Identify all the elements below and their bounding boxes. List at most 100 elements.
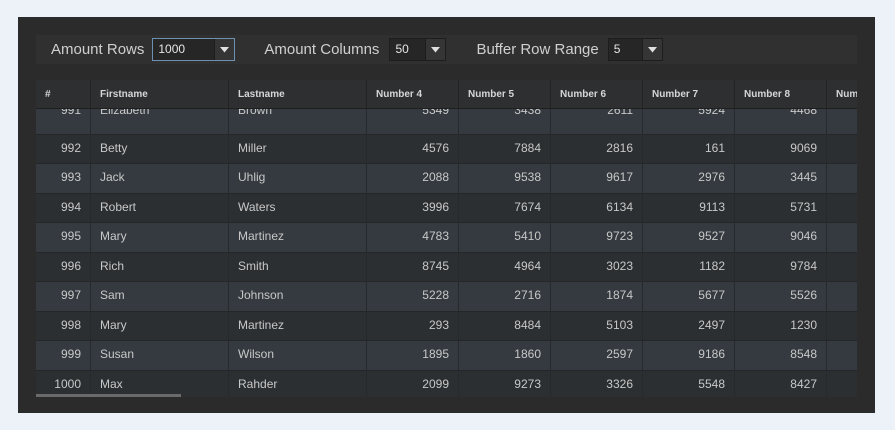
table-cell[interactable]: 5526 <box>735 282 827 311</box>
table-cell[interactable]: 2099 <box>367 370 459 397</box>
table-cell[interactable]: 1874 <box>551 282 643 311</box>
table-cell[interactable] <box>827 223 857 252</box>
table-cell[interactable] <box>827 135 857 164</box>
table-cell[interactable]: 998 <box>36 311 91 340</box>
table-cell[interactable]: 9069 <box>735 134 827 163</box>
table-cell[interactable]: 5731 <box>735 193 827 222</box>
column-header-number-7[interactable]: Number 7 <box>643 80 735 108</box>
amount-columns-dropdown-button[interactable] <box>425 39 446 60</box>
table-cell[interactable]: Uhlig <box>229 164 367 193</box>
table-cell[interactable] <box>827 194 857 223</box>
table-cell[interactable]: 9113 <box>643 193 735 222</box>
table-row[interactable]: 991 Elizabeth Brown 5349 3438 2611 5924 4468 <box>36 105 857 135</box>
table-cell[interactable]: 7674 <box>459 193 551 222</box>
table-cell[interactable]: 161 <box>643 134 735 163</box>
table-cell[interactable]: 5410 <box>459 223 551 252</box>
amount-columns-value[interactable]: 50 <box>390 39 425 60</box>
table-cell[interactable]: 9723 <box>551 223 643 252</box>
table-cell[interactable]: Mary <box>91 311 229 340</box>
table-cell[interactable]: 8427 <box>735 370 827 397</box>
table-cell[interactable]: Jack <box>91 164 229 193</box>
table-cell[interactable] <box>827 253 857 282</box>
amount-rows-value[interactable]: 1000 <box>153 39 214 60</box>
table-cell[interactable]: 1230 <box>735 311 827 340</box>
table-cell[interactable]: 996 <box>36 252 91 281</box>
table-row[interactable]: 995 Mary Martinez 4783 5410 9723 9527 9046 <box>36 223 857 253</box>
table-cell[interactable]: 6134 <box>551 193 643 222</box>
data-grid[interactable]: # Firstname Lastname Number 4 Number 5 N… <box>36 80 857 397</box>
table-row[interactable]: 994 Robert Waters 3996 7674 6134 9113 5731 <box>36 193 857 223</box>
table-cell[interactable]: 5228 <box>367 282 459 311</box>
table-cell[interactable]: Elizabeth <box>91 105 229 134</box>
table-cell[interactable]: 2597 <box>551 341 643 370</box>
table-cell[interactable]: 997 <box>36 282 91 311</box>
table-row[interactable]: 998 Mary Martinez 293 8484 5103 2497 1230 <box>36 311 857 341</box>
table-cell[interactable] <box>827 312 857 341</box>
table-cell[interactable]: 993 <box>36 164 91 193</box>
table-cell[interactable]: Sam <box>91 282 229 311</box>
table-row[interactable]: 992 Betty Miller 4576 7884 2816 161 9069 <box>36 134 857 164</box>
table-cell[interactable]: Rahder <box>229 370 367 397</box>
table-cell[interactable]: 8745 <box>367 252 459 281</box>
column-header-index[interactable]: # <box>36 80 91 108</box>
amount-rows-combobox[interactable]: 1000 <box>152 38 236 61</box>
table-row[interactable]: 996 Rich Smith 8745 4964 3023 1182 9784 <box>36 252 857 282</box>
table-cell[interactable]: Johnson <box>229 282 367 311</box>
table-cell[interactable]: 3023 <box>551 252 643 281</box>
table-cell[interactable]: Brown <box>229 105 367 134</box>
amount-columns-combobox[interactable]: 50 <box>389 38 447 61</box>
table-cell[interactable]: 9538 <box>459 164 551 193</box>
table-cell[interactable]: 994 <box>36 193 91 222</box>
table-cell[interactable]: Martinez <box>229 223 367 252</box>
table-cell[interactable]: Wilson <box>229 341 367 370</box>
column-header-number-9[interactable]: Num <box>827 80 857 108</box>
table-cell[interactable]: 5349 <box>367 105 459 134</box>
table-cell[interactable]: 5924 <box>643 105 735 134</box>
table-row[interactable]: 993 Jack Uhlig 2088 9538 9617 2976 3445 <box>36 164 857 194</box>
buffer-row-range-dropdown-button[interactable] <box>641 39 662 60</box>
table-cell[interactable]: 7884 <box>459 134 551 163</box>
table-cell[interactable]: 999 <box>36 341 91 370</box>
table-cell[interactable]: 9273 <box>459 370 551 397</box>
table-cell[interactable]: 3445 <box>735 164 827 193</box>
table-row[interactable]: 999 Susan Wilson 1895 1860 2597 9186 8548 <box>36 341 857 371</box>
table-cell[interactable]: 5103 <box>551 311 643 340</box>
table-cell[interactable] <box>827 105 857 134</box>
table-cell[interactable]: Rich <box>91 252 229 281</box>
table-cell[interactable]: Smith <box>229 252 367 281</box>
table-cell[interactable]: Waters <box>229 193 367 222</box>
table-cell[interactable]: Martinez <box>229 311 367 340</box>
table-cell[interactable]: 2716 <box>459 282 551 311</box>
table-cell[interactable]: 2497 <box>643 311 735 340</box>
column-header-number-6[interactable]: Number 6 <box>551 80 643 108</box>
table-cell[interactable]: 992 <box>36 134 91 163</box>
table-cell[interactable]: 2816 <box>551 134 643 163</box>
table-cell[interactable]: 9046 <box>735 223 827 252</box>
column-header-number-8[interactable]: Number 8 <box>735 80 827 108</box>
table-cell[interactable]: 2976 <box>643 164 735 193</box>
table-cell[interactable]: 5677 <box>643 282 735 311</box>
table-cell[interactable]: 8484 <box>459 311 551 340</box>
table-cell[interactable]: 2611 <box>551 105 643 134</box>
table-cell[interactable] <box>827 341 857 370</box>
table-cell[interactable]: 3996 <box>367 193 459 222</box>
table-cell[interactable]: Miller <box>229 134 367 163</box>
table-cell[interactable]: 9617 <box>551 164 643 193</box>
table-cell[interactable]: 9186 <box>643 341 735 370</box>
table-cell[interactable]: 293 <box>367 311 459 340</box>
table-cell[interactable]: 995 <box>36 223 91 252</box>
table-cell[interactable]: 4783 <box>367 223 459 252</box>
buffer-row-range-value[interactable]: 5 <box>609 39 642 60</box>
amount-rows-dropdown-button[interactable] <box>214 39 235 60</box>
table-cell[interactable]: 8548 <box>735 341 827 370</box>
table-cell[interactable] <box>827 164 857 193</box>
column-header-lastname[interactable]: Lastname <box>229 80 367 108</box>
table-cell[interactable]: 4964 <box>459 252 551 281</box>
column-header-number-4[interactable]: Number 4 <box>367 80 459 108</box>
horizontal-scrollbar-thumb[interactable] <box>36 394 181 397</box>
table-cell[interactable]: 9527 <box>643 223 735 252</box>
table-cell[interactable]: 3326 <box>551 370 643 397</box>
column-header-number-5[interactable]: Number 5 <box>459 80 551 108</box>
table-cell[interactable]: 1860 <box>459 341 551 370</box>
table-cell[interactable]: 2088 <box>367 164 459 193</box>
